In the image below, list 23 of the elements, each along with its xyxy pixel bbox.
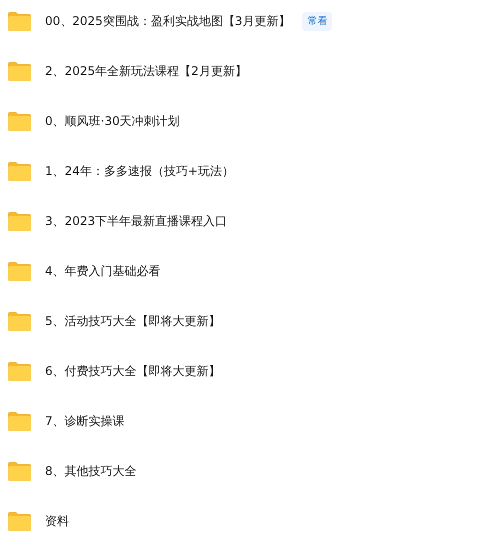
folder-name[interactable]: 1、24年：多多速报（技巧+玩法） [45, 162, 234, 180]
folder-name[interactable]: 0、顺风班·30天冲刺计划 [45, 112, 180, 130]
folder-name[interactable]: 8、其他技巧大全 [45, 462, 137, 480]
frequent-tag: 常看 [302, 12, 332, 30]
folder-name[interactable]: 资料 [45, 512, 69, 530]
folder-icon [7, 360, 32, 382]
folder-icon [7, 310, 32, 332]
folder-icon [7, 110, 32, 132]
folder-name[interactable]: 6、付费技巧大全【即将大更新】 [45, 362, 221, 380]
folder-name[interactable]: 3、2023下半年最新直播课程入口 [45, 212, 228, 230]
folder-name[interactable]: 5、活动技巧大全【即将大更新】 [45, 312, 221, 330]
folder-name[interactable]: 7、诊断实操课 [45, 412, 125, 430]
folder-icon [7, 260, 32, 282]
folder-icon [7, 10, 32, 32]
folder-name[interactable]: 4、年费入门基础必看 [45, 262, 161, 280]
folder-name[interactable]: 2、2025年全新玩法课程【2月更新】 [45, 62, 247, 80]
folder-icon [7, 160, 32, 182]
folder-icon [7, 510, 32, 532]
folder-icon [7, 60, 32, 82]
folder-icon [7, 210, 32, 232]
folder-icon [7, 460, 32, 482]
folder-name[interactable]: 00、2025突围战：盈利实战地图【3月更新】 [45, 12, 290, 30]
folder-icon [7, 410, 32, 432]
